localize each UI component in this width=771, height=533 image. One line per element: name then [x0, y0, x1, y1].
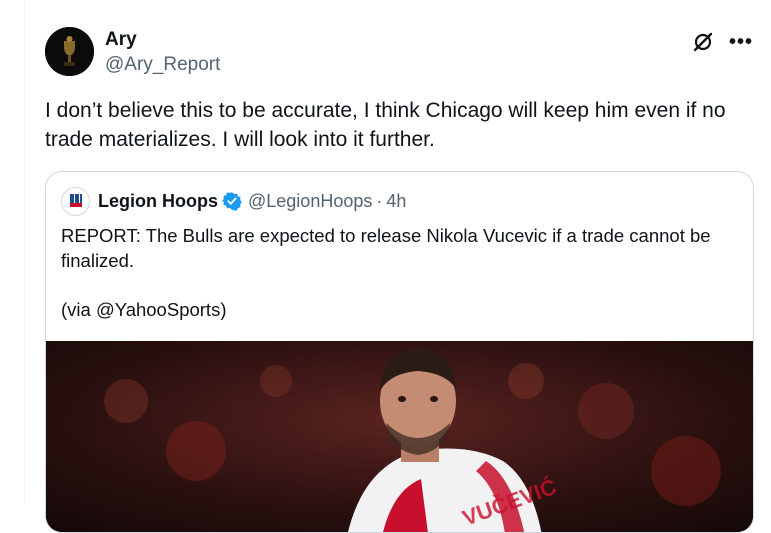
timeline-divider: [24, 0, 25, 502]
tweet-text: I don’t believe this to be accurate, I t…: [45, 99, 726, 151]
quoted-author-name[interactable]: Legion Hoops: [98, 191, 218, 212]
grok-slash-icon: [693, 32, 713, 52]
quoted-tweet-photo[interactable]: VUČEVIĆ: [46, 341, 753, 532]
author-avatar[interactable]: [45, 27, 94, 76]
more-options-icon[interactable]: •••: [729, 32, 753, 52]
legion-hoops-logo-icon: [69, 194, 82, 207]
trophy-avatar-icon: [45, 27, 94, 76]
verified-badge-icon: [222, 192, 242, 211]
author-handle[interactable]: @Ary_Report: [105, 54, 220, 76]
quoted-tweet-card[interactable]: Legion Hoops @LegionHoops · 4h REPORT: T…: [45, 171, 754, 533]
tweet-actions: •••: [691, 30, 753, 54]
quoted-tweet-timestamp[interactable]: 4h: [386, 191, 406, 212]
basketball-player-photo-icon: VUČEVIĆ: [46, 341, 753, 532]
quoted-tweet-text: REPORT: The Bulls are expected to releas…: [61, 225, 711, 271]
quoted-author-handle[interactable]: @LegionHoops: [248, 191, 372, 212]
author-display-name[interactable]: Ary: [105, 29, 137, 51]
quoted-tweet-source: (via @YahooSports): [61, 299, 227, 320]
quoted-author-avatar[interactable]: [61, 186, 90, 216]
separator-dot: ·: [376, 190, 383, 211]
grok-icon[interactable]: [691, 30, 715, 54]
quoted-tweet-header: Legion Hoops @LegionHoops · 4h: [61, 186, 406, 216]
